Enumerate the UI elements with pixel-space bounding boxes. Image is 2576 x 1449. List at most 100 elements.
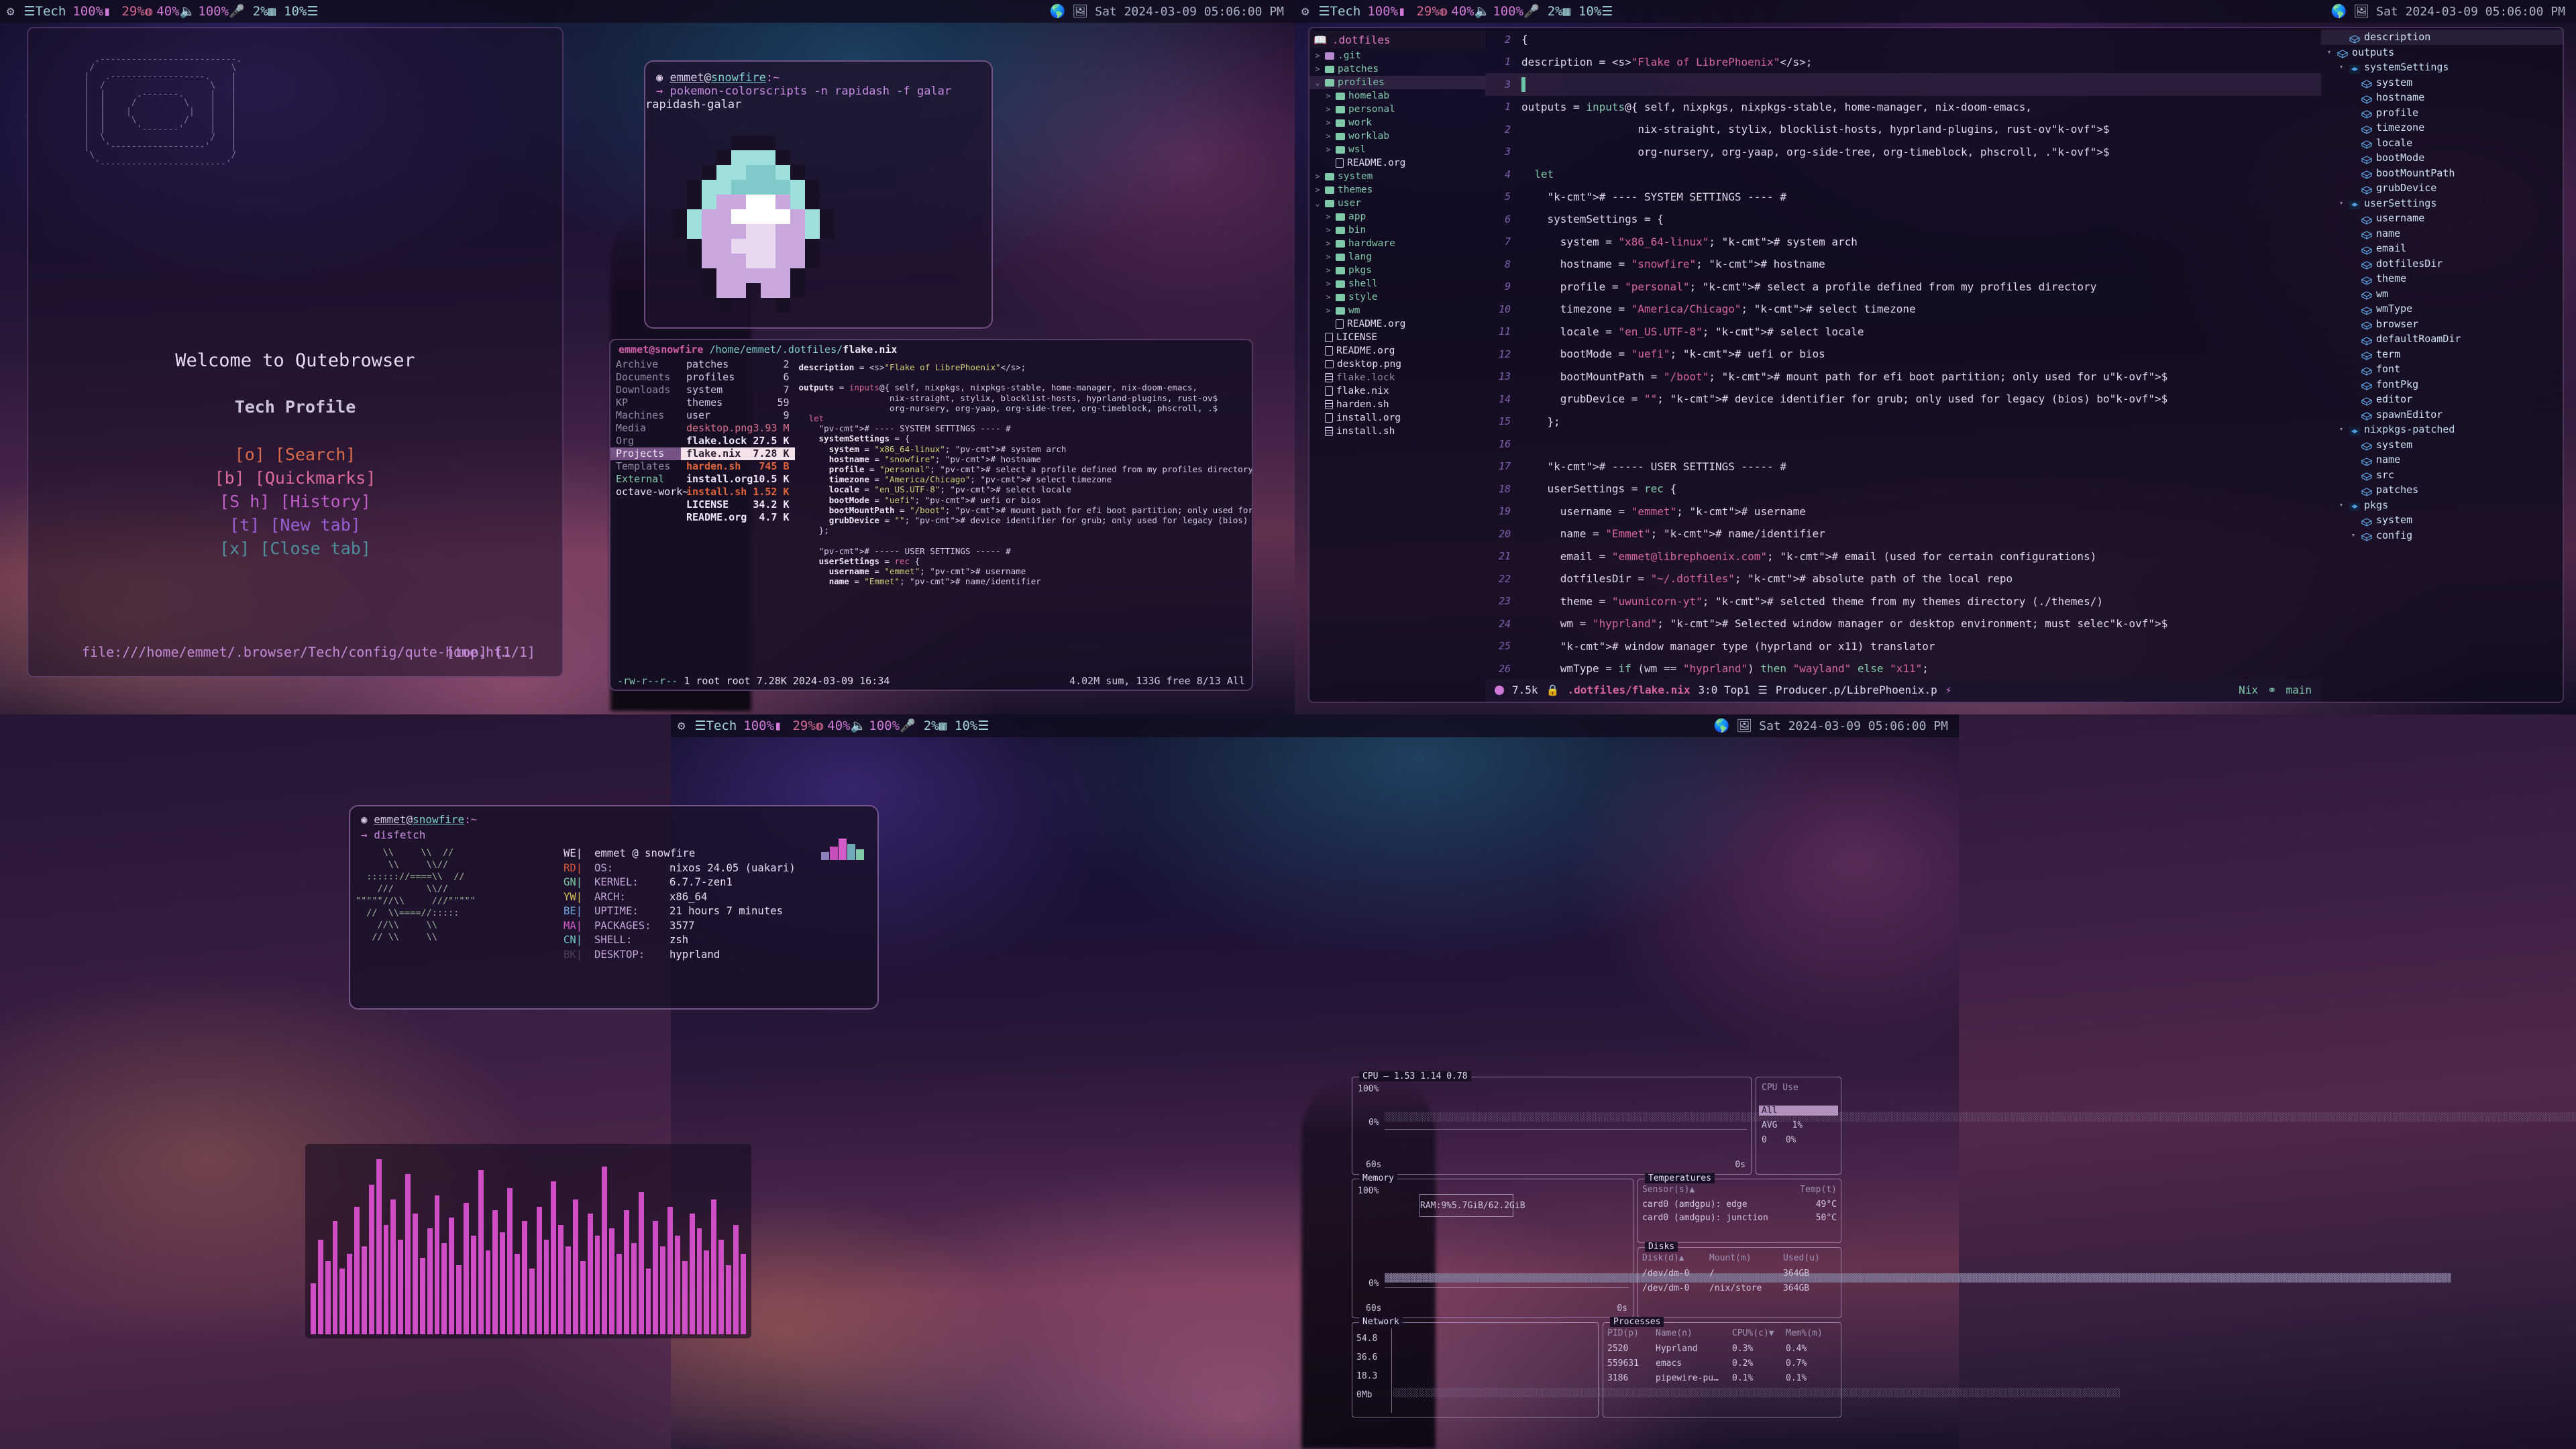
microphone-icon[interactable]: 🎤	[229, 5, 245, 18]
fm-file-row[interactable]: themes 59	[681, 396, 795, 409]
imenu-item-username[interactable]: username	[2321, 211, 2563, 226]
chevron-right-icon[interactable]: >	[1324, 89, 1332, 103]
code-line[interactable]: 18 userSettings = rec {	[1485, 478, 2321, 500]
imenu-item-system[interactable]: system	[2321, 437, 2563, 453]
treemacs-item-install-org[interactable]: install.org	[1309, 411, 1485, 425]
project-path[interactable]: Producer.p/LibrePhoenix.p	[1776, 679, 1937, 702]
speaker-icon[interactable]: 🔈	[1474, 5, 1491, 18]
imenu-item-patches[interactable]: patches	[2321, 482, 2563, 498]
chevron-right-icon[interactable]: >	[1313, 170, 1322, 183]
code-line[interactable]: 4 let	[1485, 163, 2321, 186]
treemacs-item-pkgs[interactable]: > pkgs	[1309, 264, 1485, 277]
fm-parent-item[interactable]: Machines	[610, 409, 681, 422]
fm-file-row[interactable]: system 7	[681, 384, 795, 396]
clock[interactable]: Sat 2024-03-09 05:06:00 PM	[1095, 5, 1284, 19]
code-line[interactable]: 3	[1485, 73, 2321, 96]
chevron-right-icon[interactable]: >	[1324, 223, 1332, 237]
gear-icon[interactable]: ⚙	[7, 5, 14, 18]
image-icon[interactable]: 🖼	[2353, 5, 2369, 18]
treemacs-item-system[interactable]: > system	[1309, 170, 1485, 183]
chevron-right-icon[interactable]: >	[1324, 143, 1332, 156]
chevron-down-icon[interactable]: ⌄	[1313, 76, 1322, 89]
chevron-right-icon[interactable]: >	[1313, 183, 1322, 197]
imenu-item-dotfilesdir[interactable]: dotfilesDir	[2321, 256, 2563, 272]
imenu-item-theme[interactable]: theme	[2321, 271, 2563, 286]
treemacs-item-desktop-png[interactable]: desktop.png	[1309, 358, 1485, 371]
imenu-item-grubdevice[interactable]: grubDevice	[2321, 180, 2563, 196]
imenu-item-system[interactable]: system	[2321, 513, 2563, 528]
treemacs-item-install-sh[interactable]: install.sh	[1309, 425, 1485, 438]
treemacs-item-readme-org[interactable]: README.org	[1309, 317, 1485, 331]
speaker-icon[interactable]: 🔈	[180, 5, 196, 18]
imenu-item-wm[interactable]: wm	[2321, 286, 2563, 302]
code-line[interactable]: 10 timezone = "America/Chicago"; "k-cmt"…	[1485, 298, 2321, 321]
imenu-item-usersettings[interactable]: ▾ userSettings	[2321, 196, 2563, 211]
treemacs-item-bin[interactable]: > bin	[1309, 223, 1485, 237]
chevron-down-icon[interactable]: ▾	[2337, 422, 2345, 437]
treemacs-item-license[interactable]: LICENSE	[1309, 331, 1485, 344]
chevron-right-icon[interactable]: >	[1324, 103, 1332, 116]
globe-icon[interactable]: 🌎	[1049, 5, 1065, 18]
imenu-item-browser[interactable]: browser	[2321, 317, 2563, 332]
imenu-item-spawneditor[interactable]: spawnEditor	[2321, 407, 2563, 423]
treemacs-item-wm[interactable]: > wm	[1309, 304, 1485, 317]
speaker-icon[interactable]: 🔈	[851, 719, 867, 733]
workspace-label[interactable]: Tech	[1330, 4, 1361, 19]
imenu-item-locale[interactable]: locale	[2321, 136, 2563, 151]
emacs-code-buffer[interactable]: 2{1 description = <s>"Flake of LibrePhoen…	[1485, 28, 2321, 702]
code-line[interactable]: 2{	[1485, 28, 2321, 51]
imenu-item-editor[interactable]: editor	[2321, 392, 2563, 407]
code-line[interactable]: 24 wm = "hyprland"; "k-cmt"># Selected w…	[1485, 612, 2321, 635]
treemacs-item-patches[interactable]: > patches	[1309, 62, 1485, 76]
hamburger-icon[interactable]: ☰	[307, 5, 318, 18]
shortcut-search[interactable]: [o] [Search]	[28, 443, 562, 466]
chevron-down-icon[interactable]: ⌄	[1313, 197, 1322, 210]
code-line[interactable]: 21 email = "emmet@librephoenix.com"; "k-…	[1485, 545, 2321, 568]
chevron-right-icon[interactable]: >	[1313, 62, 1322, 76]
treemacs-item-work[interactable]: > work	[1309, 116, 1485, 129]
gear-icon[interactable]: ⚙	[678, 719, 685, 733]
fastfetch-terminal-window[interactable]: ◉ emmet@snowfire:~ → disfetch \\ \\ // \…	[349, 805, 879, 1010]
code-line[interactable]: 5 "k-cmt"># ---- SYSTEM SETTINGS ---- #	[1485, 186, 2321, 209]
imenu-item-nixpkgs-patched[interactable]: ▾ nixpkgs-patched	[2321, 422, 2563, 437]
treemacs-item-shell[interactable]: > shell	[1309, 277, 1485, 290]
fm-parent-item[interactable]: External	[610, 473, 681, 486]
fm-file-row[interactable]: install.sh 1.52 K	[681, 486, 795, 498]
imenu-item-font[interactable]: font	[2321, 362, 2563, 377]
fm-file-row[interactable]: desktop.png 3.93 M	[681, 422, 795, 435]
treemacs-item-flake-lock[interactable]: flake.lock	[1309, 371, 1485, 384]
chevron-down-icon[interactable]: ▾	[2337, 498, 2345, 513]
imenu-item-fontpkg[interactable]: fontPkg	[2321, 377, 2563, 392]
chevron-down-icon[interactable]: ▾	[2349, 528, 2357, 543]
treemacs-item-readme-org[interactable]: README.org	[1309, 156, 1485, 170]
treemacs-item-flake-nix[interactable]: flake.nix	[1309, 384, 1485, 398]
btop-process-row[interactable]: 559631 emacs 0.2% 0.7%	[1607, 1356, 1837, 1371]
code-line[interactable]: 1 description = <s>"Flake of LibrePhoenix…	[1485, 51, 2321, 74]
code-line[interactable]: 1 outputs = inputs@{ self, nixpkgs, nixpk…	[1485, 96, 2321, 119]
imenu-item-name[interactable]: name	[2321, 226, 2563, 241]
imenu-item-bootmountpath[interactable]: bootMountPath	[2321, 166, 2563, 181]
code-line[interactable]: 7 system = "x86_64-linux"; "k-cmt"># sys…	[1485, 231, 2321, 254]
code-line[interactable]: 23 theme = "uwunicorn-yt"; "k-cmt"># sel…	[1485, 590, 2321, 613]
treemacs-root[interactable]: 📖 .dotfiles	[1309, 31, 1485, 49]
fm-file-row[interactable]: flake.nix 7.28 K	[681, 447, 795, 460]
code-line[interactable]: 13 bootMountPath = "/boot"; "k-cmt"># mo…	[1485, 366, 2321, 388]
treemacs-item-harden-sh[interactable]: harden.sh	[1309, 398, 1485, 411]
fm-file-row[interactable]: harden.sh 745 B	[681, 460, 795, 473]
chevron-down-icon[interactable]: ▾	[2337, 196, 2345, 211]
btop-cpu-all-row[interactable]: All	[1759, 1106, 1838, 1116]
chevron-right-icon[interactable]: >	[1324, 116, 1332, 129]
microphone-icon[interactable]: 🎤	[1523, 5, 1540, 18]
fm-file-row[interactable]: README.org 4.7 K	[681, 511, 795, 524]
code-line[interactable]: 16	[1485, 433, 2321, 455]
fm-file-row[interactable]: flake.lock 27.5 K	[681, 435, 795, 447]
fm-parent-item[interactable]: octave-work~	[610, 486, 688, 498]
imenu-item-outputs[interactable]: ▾ outputs	[2321, 45, 2563, 60]
treemacs-item-readme-org[interactable]: README.org	[1309, 344, 1485, 358]
workspace-label[interactable]: Tech	[706, 718, 737, 733]
major-mode[interactable]: Nix	[2239, 679, 2258, 702]
fm-file-row[interactable]: LICENSE 34.2 K	[681, 498, 795, 511]
chevron-right-icon[interactable]: >	[1324, 290, 1332, 304]
treemacs-item-themes[interactable]: > themes	[1309, 183, 1485, 197]
hamburger-icon[interactable]: ☰	[977, 719, 989, 733]
